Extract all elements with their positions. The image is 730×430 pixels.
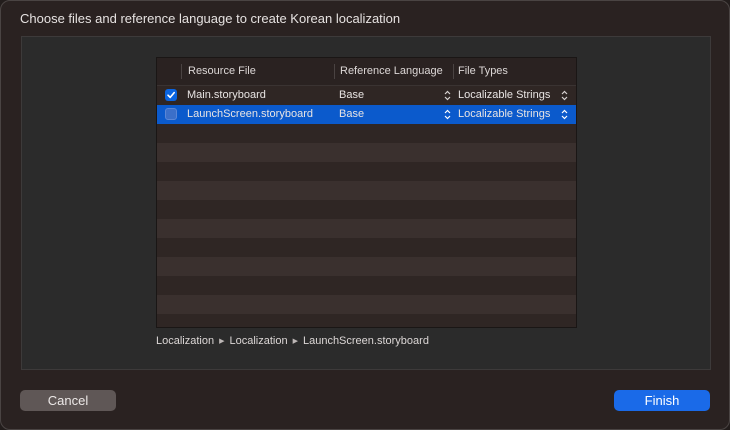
content-panel: Resource File Reference Language File Ty…	[21, 36, 711, 370]
up-down-chevron-icon[interactable]	[561, 90, 568, 101]
empty-row	[157, 257, 576, 276]
breadcrumb-item[interactable]: LaunchScreen.storyboard	[303, 335, 429, 347]
column-header-reference-language[interactable]: Reference Language	[340, 58, 443, 85]
triangle-right-icon: ▶	[292, 338, 298, 345]
column-header-resource-file[interactable]: Resource File	[188, 58, 256, 85]
dialog-title: Choose files and reference language to c…	[20, 11, 401, 26]
up-down-chevron-icon[interactable]	[561, 109, 568, 120]
column-header-file-types[interactable]: File Types	[458, 58, 508, 85]
breadcrumb-item[interactable]: Localization	[156, 335, 214, 347]
up-down-chevron-icon[interactable]	[444, 109, 451, 120]
file-type-popup[interactable]: Localizable Strings	[458, 86, 550, 105]
up-down-chevron-icon[interactable]	[444, 90, 451, 101]
finish-button[interactable]: Finish	[614, 390, 710, 411]
include-checkbox[interactable]	[165, 89, 177, 101]
empty-row	[157, 219, 576, 238]
table-row[interactable]: Main.storyboard Base Localizable Strings	[157, 86, 576, 105]
resource-file-name: LaunchScreen.storyboard	[187, 108, 313, 120]
empty-row	[157, 295, 576, 314]
breadcrumb: Localization ▶ Localization ▶ LaunchScreen.s…	[156, 335, 429, 347]
file-type-popup[interactable]: Localizable Strings	[458, 105, 550, 124]
triangle-right-icon: ▶	[219, 338, 225, 345]
localization-sheet: Choose files and reference language to c…	[0, 0, 730, 430]
column-separator	[453, 64, 454, 79]
empty-row	[157, 143, 576, 162]
reference-language-popup[interactable]: Base	[339, 86, 364, 105]
resource-table: Resource File Reference Language File Ty…	[156, 57, 577, 328]
table-header: Resource File Reference Language File Ty…	[157, 58, 576, 86]
checkmark-icon	[167, 91, 175, 99]
cancel-button[interactable]: Cancel	[20, 390, 116, 411]
breadcrumb-item[interactable]: Localization	[229, 335, 287, 347]
resource-file-name: Main.storyboard	[187, 89, 266, 101]
include-checkbox[interactable]	[165, 108, 177, 120]
table-row[interactable]: LaunchScreen.storyboard Base Localizable…	[157, 105, 576, 124]
empty-row	[157, 181, 576, 200]
column-separator	[181, 64, 182, 79]
reference-language-popup[interactable]: Base	[339, 105, 364, 124]
column-separator	[334, 64, 335, 79]
